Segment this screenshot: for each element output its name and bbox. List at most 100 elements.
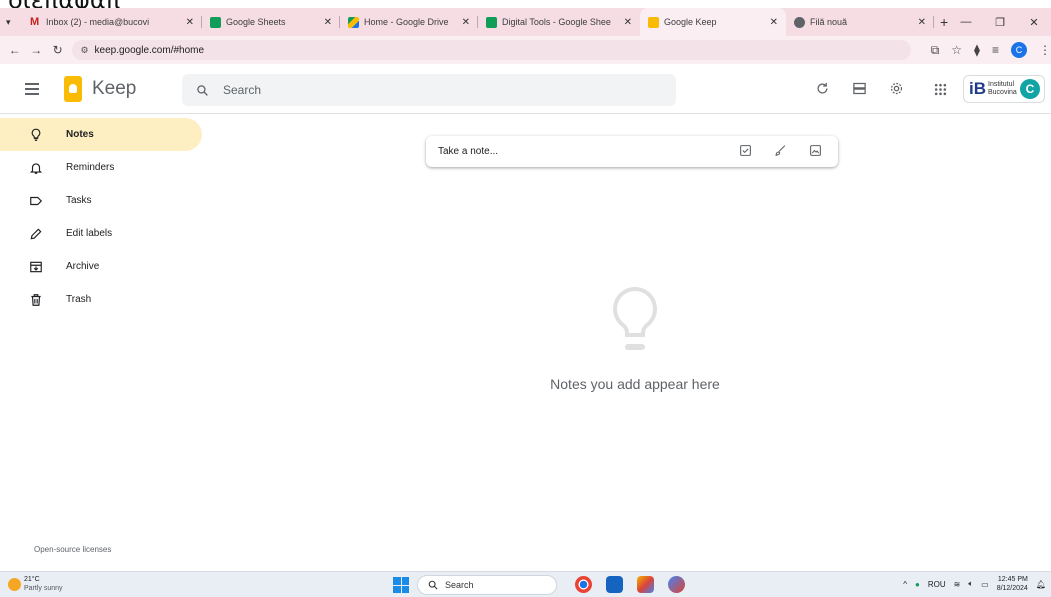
sidebar-item-tasks[interactable]: Tasks — [0, 184, 202, 217]
tab-gmail[interactable]: M Inbox (2) - media@bucovi ✕ — [22, 8, 202, 36]
empty-state: Notes you add appear here — [540, 286, 730, 392]
reload-icon[interactable]: ↻ — [47, 43, 68, 57]
clock[interactable]: 12:45 PM 8/12/2024 — [997, 575, 1028, 593]
browser-menu-icon[interactable]: ⋮ — [1039, 43, 1051, 57]
sidebar-item-label: Tasks — [66, 195, 92, 206]
tab-title: Google Keep — [664, 17, 717, 27]
search-input[interactable]: Search — [182, 74, 676, 106]
close-tab-icon[interactable]: ✕ — [324, 17, 332, 28]
tab-digital-tools[interactable]: Digital Tools - Google Shee ✕ — [478, 8, 640, 36]
chrome-icon — [794, 16, 805, 28]
battery-icon[interactable]: ▭ — [981, 580, 989, 589]
weather-sun-icon[interactable] — [8, 578, 21, 591]
install-app-icon[interactable]: ⧉ — [931, 43, 940, 58]
extensions-icon[interactable]: ⧫ — [974, 43, 980, 57]
account-avatar[interactable]: C — [1020, 79, 1040, 99]
close-tab-icon[interactable]: ✕ — [624, 17, 632, 28]
windows-taskbar: 21°C Partly sunny Search ^ ● ROU ≋ 🔈︎ ▭ … — [0, 571, 1051, 597]
bell-icon — [28, 160, 44, 176]
take-note-actions — [739, 144, 822, 157]
forward-icon[interactable]: → — [25, 43, 46, 57]
search-icon[interactable] — [196, 84, 209, 97]
tab-title: Home - Google Drive — [364, 17, 449, 27]
search-icon — [428, 580, 438, 590]
tab-new-tab[interactable]: Filă nouă ✕ — [786, 8, 934, 36]
app-title[interactable]: Keep — [92, 78, 136, 100]
pencil-icon — [28, 226, 44, 242]
sheets-icon — [210, 16, 221, 28]
organization-account-chip[interactable]: iB Institutul Bucovina C — [963, 75, 1045, 103]
empty-state-text: Notes you add appear here — [550, 376, 720, 392]
sidebar-item-label: Reminders — [66, 162, 115, 173]
tab-google-sheets[interactable]: Google Sheets ✕ — [202, 8, 340, 36]
tab-title: Google Sheets — [226, 17, 286, 27]
notifications-bell-icon[interactable]: 🔔︎ — [1036, 580, 1046, 589]
lightbulb-icon — [28, 127, 44, 143]
new-list-checkbox-icon[interactable] — [739, 144, 752, 157]
close-tab-icon[interactable]: ✕ — [186, 17, 194, 28]
screen: διεπαφαπ ▾ M Inbox (2) - media@bucovi ✕ … — [0, 0, 1051, 597]
sidebar-item-reminders[interactable]: Reminders — [0, 151, 202, 184]
window-controls: — ❐ ✕ — [949, 8, 1051, 36]
refresh-icon[interactable] — [815, 81, 830, 96]
chrome-app-icon[interactable] — [575, 576, 592, 593]
taskbar-search-input[interactable]: Search — [417, 575, 557, 595]
close-tab-icon[interactable]: ✕ — [918, 17, 926, 28]
weather-widget[interactable]: 21°C Partly sunny — [24, 575, 63, 593]
close-tab-icon[interactable]: ✕ — [462, 17, 470, 28]
address-bar-row: ← → ↻ ⚙ keep.google.com/#home ⧉ ☆ ⧫ ≡ C … — [0, 36, 1051, 64]
new-drawing-brush-icon[interactable] — [774, 144, 787, 157]
profile-avatar[interactable]: C — [1010, 42, 1027, 58]
tab-google-drive[interactable]: Home - Google Drive ✕ — [340, 8, 478, 36]
wifi-icon[interactable]: ≋ — [954, 580, 961, 589]
keep-logo-icon[interactable] — [64, 75, 82, 102]
google-apps-icon[interactable] — [934, 83, 947, 96]
organization-name: Institutul Bucovina — [988, 81, 1017, 96]
show-hidden-icons-chevron-icon[interactable]: ^ — [903, 580, 907, 589]
sidebar-item-trash[interactable]: Trash — [0, 283, 202, 316]
canva-app-icon[interactable] — [668, 576, 685, 593]
organization-logo: iB — [969, 79, 986, 98]
sidebar: Notes Reminders Tasks Edit labels Archiv… — [0, 118, 210, 316]
volume-icon[interactable]: 🔈︎ — [968, 579, 973, 589]
settings-gear-icon[interactable] — [889, 81, 904, 96]
open-source-licenses-link[interactable]: Open-source licenses — [34, 545, 111, 554]
tab-title: Inbox (2) - media@bucovi — [46, 17, 150, 27]
url-text: keep.google.com/#home — [94, 44, 205, 56]
mail-app-icon[interactable] — [606, 576, 623, 593]
windows-start-icon[interactable] — [393, 577, 409, 593]
back-icon[interactable]: ← — [4, 43, 25, 57]
site-settings-icon[interactable]: ⚙ — [80, 45, 88, 56]
tray-app-icon[interactable]: ● — [915, 580, 920, 589]
language-indicator[interactable]: ROU — [928, 580, 946, 589]
tab-title: Digital Tools - Google Shee — [502, 17, 611, 27]
search-placeholder: Search — [223, 83, 262, 97]
address-bar[interactable]: ⚙ keep.google.com/#home — [72, 40, 911, 60]
minimize-icon[interactable]: — — [949, 16, 983, 28]
new-tab-button[interactable]: + — [940, 14, 948, 30]
date: 8/12/2024 — [996, 585, 1028, 592]
sidebar-item-edit-labels[interactable]: Edit labels — [0, 217, 202, 250]
keep-header: Keep Search iB Institutul Bucovina C — [0, 64, 1051, 114]
take-note-placeholder: Take a note... — [438, 146, 499, 157]
bookmark-star-icon[interactable]: ☆ — [951, 43, 962, 57]
sidebar-item-label: Archive — [66, 261, 100, 272]
drive-icon — [348, 16, 359, 28]
close-tab-icon[interactable]: ✕ — [770, 17, 778, 28]
list-view-icon[interactable] — [852, 81, 867, 96]
tab-search-dropdown-icon[interactable]: ▾ — [6, 17, 22, 28]
reading-list-icon[interactable]: ≡ — [992, 43, 999, 57]
main-menu-icon[interactable] — [25, 80, 47, 98]
close-window-icon[interactable]: ✕ — [1017, 16, 1051, 29]
gmail-icon: M — [30, 15, 40, 28]
restore-icon[interactable]: ❐ — [983, 16, 1017, 29]
system-tray: ^ ● ROU ≋ 🔈︎ ▭ 12:45 PM 8/12/2024 🔔︎ — [903, 575, 1046, 593]
sidebar-item-notes[interactable]: Notes — [0, 118, 202, 151]
new-image-icon[interactable] — [809, 144, 822, 157]
paint-app-icon[interactable] — [637, 576, 654, 593]
sidebar-item-label: Edit labels — [66, 228, 113, 239]
sidebar-item-archive[interactable]: Archive — [0, 250, 202, 283]
label-icon — [28, 193, 44, 209]
tab-google-keep[interactable]: Google Keep ✕ — [640, 8, 786, 36]
take-note-input[interactable]: Take a note... — [426, 136, 838, 167]
